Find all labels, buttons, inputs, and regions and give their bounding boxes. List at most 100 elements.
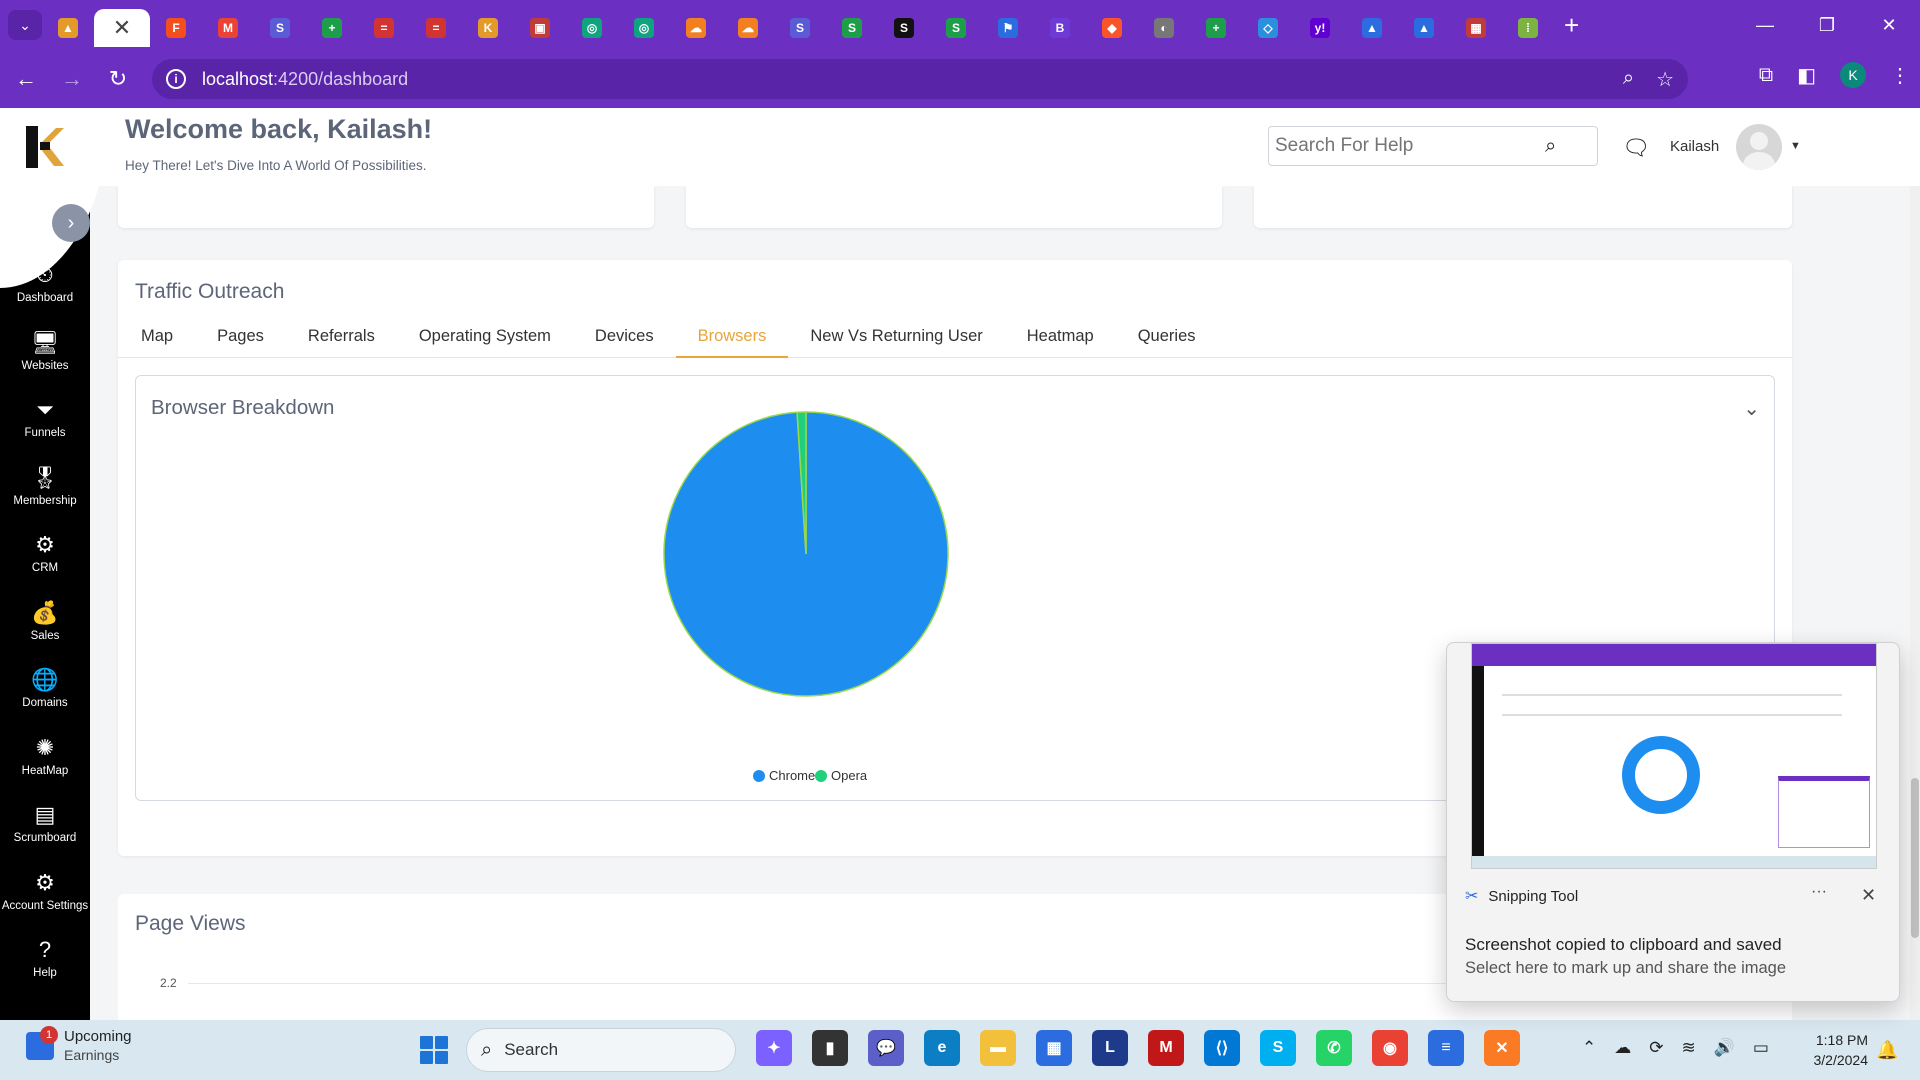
screenshot-thumbnail[interactable] [1471,643,1877,869]
user-avatar[interactable] [1736,124,1782,170]
notepad-icon[interactable]: ≡ [1428,1030,1464,1066]
browser-tab[interactable]: ☁ [722,9,774,47]
forward-icon[interactable]: → [52,66,92,92]
browser-tab[interactable]: = [358,9,410,47]
browser-tab[interactable]: S [930,9,982,47]
snipping-tool-notification[interactable]: ✂ Snipping Tool ··· ✕ Screenshot copied … [1446,642,1900,1002]
browser-tab[interactable]: S [878,9,930,47]
browser-tab[interactable]: ▣ [514,9,566,47]
chevron-up-icon[interactable]: ⌃ [1582,1038,1596,1058]
browser-tab[interactable]: ◇ [1242,9,1294,47]
page-scrollbar[interactable] [1910,108,1920,1020]
teams-chat-icon[interactable]: 💬 [868,1030,904,1066]
browser-tab[interactable]: ◎ [566,9,618,47]
sidebar-item-heatmap[interactable]: ✺ HeatMap [0,723,90,791]
browser-tab[interactable]: S [826,9,878,47]
sidebar-expand-button[interactable]: › [52,204,90,242]
sidebar-item-funnels[interactable]: ⏷ Funnels [0,385,90,453]
browser-tab[interactable]: S [254,9,306,47]
site-info-icon[interactable]: i [166,69,186,89]
sidebar-item-account-settings[interactable]: ⚙ Account Settings [0,858,90,926]
browser-tab[interactable]: + [1190,9,1242,47]
browser-tab[interactable]: y! [1294,9,1346,47]
tab-new-vs-returning-user[interactable]: New Vs Returning User [788,316,1004,358]
browser-tab[interactable]: ⚑ [982,9,1034,47]
browser-tab[interactable]: F [150,9,202,47]
windows-start-icon[interactable] [420,1036,448,1064]
browser-tab[interactable]: = [410,9,462,47]
browser-tab[interactable]: ▲ [1346,9,1398,47]
whatsapp-icon[interactable]: ✆ [1316,1030,1352,1066]
new-tab-button[interactable]: + [1564,10,1579,41]
vscode-icon[interactable]: ⟨⟩ [1204,1030,1240,1066]
tab-browsers[interactable]: Browsers [675,316,789,358]
browser-tab[interactable]: ▲ [42,9,94,47]
restore-icon[interactable]: ❐ [1796,15,1858,36]
browser-tab[interactable]: ☁ [670,9,722,47]
scrollbar-thumb[interactable] [1911,778,1919,938]
sidebar-item-dashboard[interactable]: ⏲ Dashboard [0,250,90,318]
reload-icon[interactable]: ↻ [98,66,138,92]
widgets-button[interactable]: 1 Upcoming Earnings [26,1026,132,1064]
legend-label-chrome[interactable]: Chrome [769,768,815,783]
sidebar-item-domains[interactable]: 🌐 Domains [0,655,90,723]
browser-tab[interactable]: B [1034,9,1086,47]
notification-bell-icon[interactable]: 🔔 [1876,1040,1898,1061]
url-bar[interactable]: i localhost:4200/dashboard ⌕ ☆ [152,59,1688,99]
sidebar-item-scrumboard[interactable]: ▤ Scrumboard [0,790,90,858]
taskbar-search[interactable]: ⌕ Search [466,1028,736,1072]
copilot-icon[interactable]: ✦ [756,1030,792,1066]
chat-bubbles-icon[interactable]: 🗨 [1622,135,1650,161]
sync-icon[interactable]: ⟳ [1649,1038,1663,1058]
legend-label-opera[interactable]: Opera [831,768,868,783]
tab-heatmap[interactable]: Heatmap [1005,316,1116,358]
close-icon[interactable]: ✕ [113,15,131,41]
battery-icon[interactable]: ▭ [1753,1038,1769,1058]
side-panel-icon[interactable]: ◧ [1797,63,1816,88]
sidebar-item-membership[interactable]: 🎖 Membership [0,453,90,521]
sidebar-item-crm[interactable]: ⚙ CRM [0,520,90,588]
chrome-icon[interactable]: ◉ [1372,1030,1408,1066]
url-text[interactable]: localhost:4200/dashboard [202,69,408,90]
browser-tab[interactable]: ◐ [1138,9,1190,47]
tab-search-menu-button[interactable]: ⌄ [8,10,42,40]
browser-tab[interactable]: K [462,9,514,47]
tab-referrals[interactable]: Referrals [286,316,397,358]
user-name[interactable]: Kailash [1670,138,1719,155]
mcafee-icon[interactable]: M [1148,1030,1184,1066]
file-explorer-icon[interactable]: ▬ [980,1030,1016,1066]
browser-menu-icon[interactable]: ⋮ [1890,63,1910,88]
browser-tab[interactable]: ▲ [1398,9,1450,47]
profile-avatar[interactable]: K [1840,62,1866,88]
clock[interactable]: 1:18 PM 3/2/2024 [1804,1030,1869,1070]
sidebar-item-help[interactable]: ? Help [0,925,90,993]
browser-tab[interactable]: M [202,9,254,47]
skype-icon[interactable]: S [1260,1030,1296,1066]
tab-devices[interactable]: Devices [573,316,676,358]
sidebar-item-websites[interactable]: 🖥 Websites [0,318,90,386]
store-icon[interactable]: ▦ [1036,1030,1072,1066]
l-app-icon[interactable]: L [1092,1030,1128,1066]
tab-map[interactable]: Map [131,316,195,358]
sidebar-item-sales[interactable]: 💰 Sales [0,588,90,656]
browser-tab[interactable]: + [306,9,358,47]
browser-tab[interactable]: ◎ [618,9,670,47]
browser-tab[interactable]: ✕ [94,9,150,47]
tab-queries[interactable]: Queries [1116,316,1218,358]
brand-logo[interactable] [26,126,64,168]
minimize-icon[interactable]: — [1734,15,1796,36]
search-icon[interactable]: ⌕ [1545,135,1556,158]
window-close-icon[interactable]: ✕ [1858,15,1920,36]
more-options-icon[interactable]: ··· [1811,883,1827,901]
volume-icon[interactable]: 🔊 [1714,1038,1735,1058]
tab-operating-system[interactable]: Operating System [397,316,573,358]
cloud-off-icon[interactable]: ☁ [1614,1038,1631,1058]
back-icon[interactable]: ← [6,66,46,92]
help-search-input[interactable] [1275,135,1545,157]
legend-marker[interactable] [815,770,827,782]
caret-down-icon[interactable]: ▼ [1790,140,1801,152]
extensions-icon[interactable]: ⧉ [1759,64,1773,87]
close-icon[interactable]: ✕ [1861,885,1876,906]
legend-marker[interactable] [753,770,765,782]
browser-tab[interactable]: ▦ [1450,9,1502,47]
